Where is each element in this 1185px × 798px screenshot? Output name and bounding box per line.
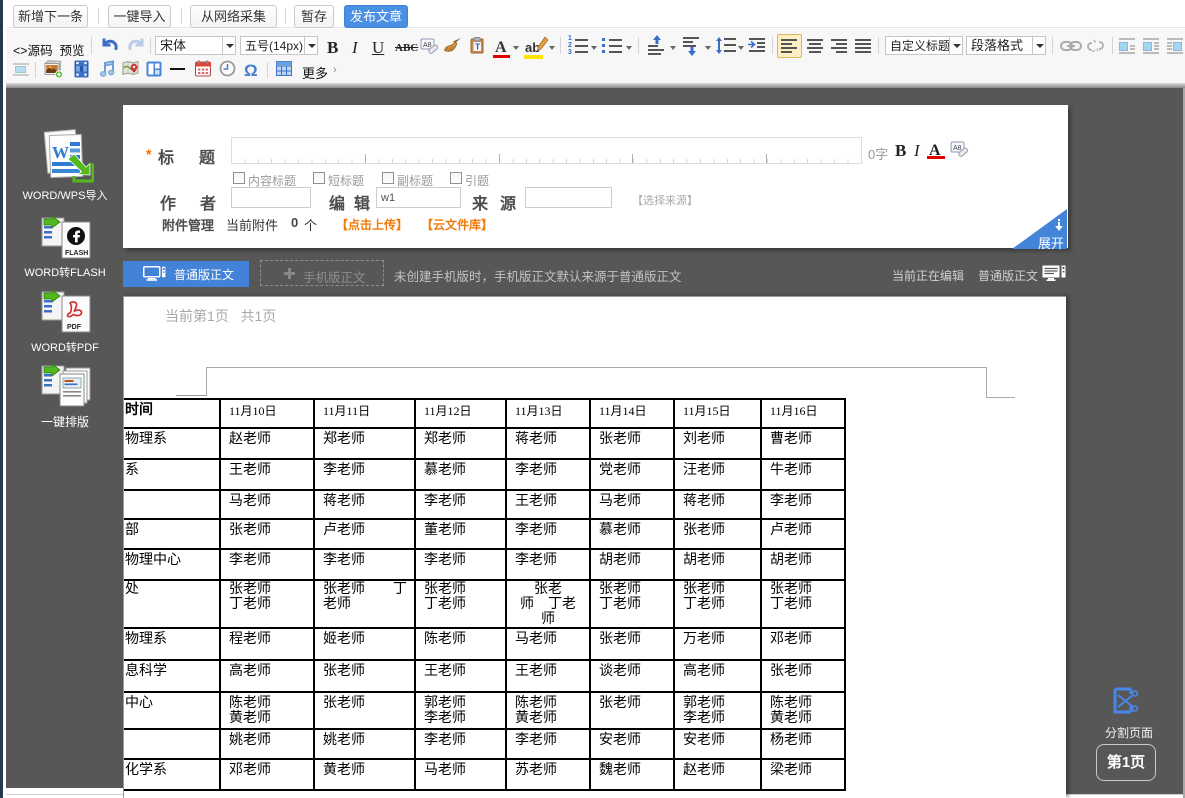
svg-text:PDF: PDF	[67, 324, 82, 331]
svg-text:FLASH: FLASH	[65, 250, 88, 257]
svg-text:T: T	[475, 42, 481, 52]
svg-text:W: W	[52, 143, 69, 162]
